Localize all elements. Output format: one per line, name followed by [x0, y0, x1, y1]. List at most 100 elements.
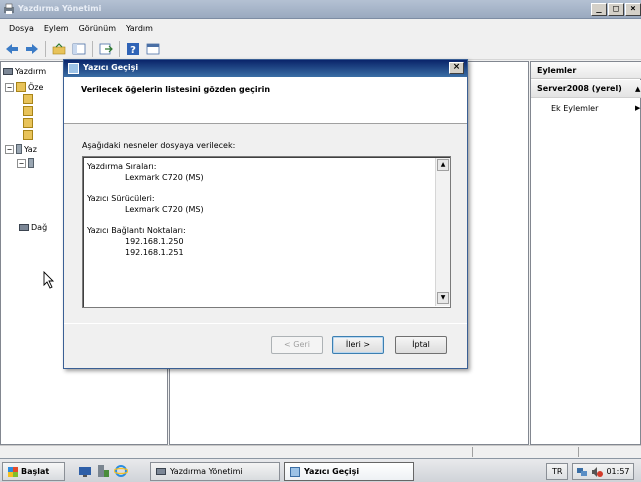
actions-header: Eylemler — [531, 62, 641, 79]
clock[interactable]: 01:57 — [606, 467, 629, 476]
tree-print-servers[interactable]: − Yaz — [5, 144, 37, 154]
toolbar: ? — [0, 38, 641, 60]
menu-action[interactable]: Eylem — [39, 24, 74, 33]
port-item: 192.168.1.251 — [125, 248, 184, 257]
server-manager-icon[interactable] — [96, 464, 110, 478]
show-tree-icon[interactable] — [70, 40, 88, 58]
back-arrow-icon[interactable] — [3, 40, 21, 58]
task-label: Yazdırma Yönetimi — [170, 467, 243, 476]
filter-icon — [23, 106, 33, 116]
export-items-list[interactable]: Yazdırma Sıraları: Lexmark C720 (MS) Yaz… — [82, 156, 451, 308]
dialog-separator — [64, 323, 467, 324]
actions-section-server[interactable]: Server2008 (yerel) — [531, 80, 641, 98]
printer-migration-dialog: Yazıcı Geçişi × Verilecek öğelerin liste… — [63, 59, 468, 369]
tree-deployed-printers-label: Dağ — [31, 223, 48, 232]
internet-explorer-icon[interactable] — [114, 464, 128, 478]
status-bar — [0, 445, 641, 458]
tree-root-label: Yazdırm — [15, 67, 47, 76]
minimize-button[interactable]: _ — [591, 3, 607, 16]
more-actions-item[interactable]: Ek Eylemler — [551, 104, 598, 113]
language-indicator[interactable]: TR — [546, 463, 569, 480]
start-label: Başlat — [21, 467, 50, 476]
tree-server-node[interactable]: − — [17, 158, 34, 168]
deployed-printers-icon — [19, 224, 29, 231]
window-titlebar[interactable]: Yazdırma Yönetimi _ □ × — [0, 0, 641, 19]
dialog-title: Yazıcı Geçişi — [83, 63, 139, 72]
tree-custom-filters[interactable]: − Öze — [5, 82, 43, 92]
scroll-down-arrow[interactable]: ▼ — [437, 292, 449, 304]
collapse-toggle[interactable]: − — [5, 144, 14, 154]
ports-header: Yazıcı Bağlantı Noktaları: — [87, 226, 186, 235]
help-icon[interactable]: ? — [124, 40, 142, 58]
filter-icon — [23, 118, 33, 128]
tree-print-servers-label: Yaz — [24, 144, 37, 154]
queues-header: Yazdırma Sıraları: — [87, 162, 157, 171]
next-button[interactable]: İleri > — [332, 336, 384, 354]
toolbar-separator — [92, 40, 93, 57]
printer-icon — [156, 468, 166, 475]
volume-muted-icon[interactable] — [591, 466, 604, 478]
taskbar: Başlat Yazdırma Yönetimi Yazıcı Geçişi T… — [0, 458, 641, 482]
filter-folder-icon — [16, 82, 26, 92]
tree-root[interactable]: Yazdırm — [3, 67, 46, 76]
tree-filter-item[interactable] — [23, 130, 33, 140]
dialog-intro-label: Aşağıdaki nesneler dosyaya verilecek: — [82, 141, 236, 150]
actions-pane: Eylemler Server2008 (yerel) ▲ Ek Eylemle… — [530, 61, 641, 445]
tree-filter-item[interactable] — [23, 94, 33, 104]
submenu-arrow-icon: ▶ — [635, 104, 641, 112]
toolbar-separator — [119, 40, 120, 57]
dialog-titlebar[interactable]: Yazıcı Geçişi × — [64, 60, 467, 77]
start-button[interactable]: Başlat — [2, 462, 65, 481]
dialog-close-button[interactable]: × — [449, 62, 464, 74]
window-title: Yazdırma Yönetimi — [18, 4, 102, 13]
migration-icon — [68, 63, 79, 74]
export-list-icon[interactable] — [97, 40, 115, 58]
tree-deployed-printers[interactable]: Dağ — [19, 223, 47, 232]
menu-view[interactable]: Görünüm — [74, 24, 121, 33]
task-print-management[interactable]: Yazdırma Yönetimi — [150, 462, 280, 481]
print-management-icon — [4, 3, 14, 14]
list-scrollbar[interactable]: ▲ ▼ — [435, 158, 450, 306]
migration-icon — [290, 466, 300, 477]
up-folder-icon[interactable] — [50, 40, 68, 58]
menu-file[interactable]: Dosya — [4, 24, 39, 33]
properties-icon[interactable] — [144, 40, 162, 58]
dialog-heading: Verilecek öğelerin listesini gözden geçi… — [81, 85, 271, 94]
collapse-toggle[interactable]: − — [5, 82, 14, 92]
back-button[interactable]: < Geri — [271, 336, 323, 354]
driver-item: Lexmark C720 (MS) — [125, 205, 204, 214]
server-icon — [28, 158, 34, 168]
show-desktop-icon[interactable] — [78, 464, 92, 478]
tree-custom-filters-label: Öze — [28, 82, 44, 92]
filter-icon — [23, 94, 33, 104]
menu-help[interactable]: Yardım — [121, 24, 158, 33]
cancel-button[interactable]: İptal — [395, 336, 447, 354]
task-printer-migration[interactable]: Yazıcı Geçişi — [284, 462, 414, 481]
collapse-arrow-icon[interactable]: ▲ — [635, 85, 640, 93]
network-icon[interactable] — [576, 466, 588, 478]
status-divider — [472, 447, 473, 457]
svg-text:?: ? — [130, 45, 136, 55]
close-button[interactable]: × — [625, 3, 641, 16]
status-divider — [578, 447, 579, 457]
notification-area: 01:57 — [572, 463, 634, 480]
system-tray: TR 01:57 — [546, 462, 641, 481]
port-item: 192.168.1.250 — [125, 237, 184, 246]
server-icon — [16, 144, 22, 154]
tree-filter-item[interactable] — [23, 106, 33, 116]
filter-icon — [23, 130, 33, 140]
drivers-header: Yazıcı Sürücüleri: — [87, 194, 155, 203]
windows-logo-icon — [8, 466, 18, 477]
scroll-up-arrow[interactable]: ▲ — [437, 159, 449, 171]
dialog-header: Verilecek öğelerin listesini gözden geçi… — [64, 77, 467, 124]
printer-icon — [3, 68, 13, 75]
collapse-toggle[interactable]: − — [17, 158, 26, 168]
task-label: Yazıcı Geçişi — [304, 467, 360, 476]
toolbar-separator — [45, 40, 46, 57]
menu-bar: Dosya Eylem Görünüm Yardım — [0, 19, 641, 38]
mouse-cursor-icon — [43, 271, 55, 289]
tree-filter-item[interactable] — [23, 118, 33, 128]
queue-item: Lexmark C720 (MS) — [125, 173, 204, 182]
forward-arrow-icon[interactable] — [23, 40, 41, 58]
maximize-button[interactable]: □ — [608, 3, 624, 16]
